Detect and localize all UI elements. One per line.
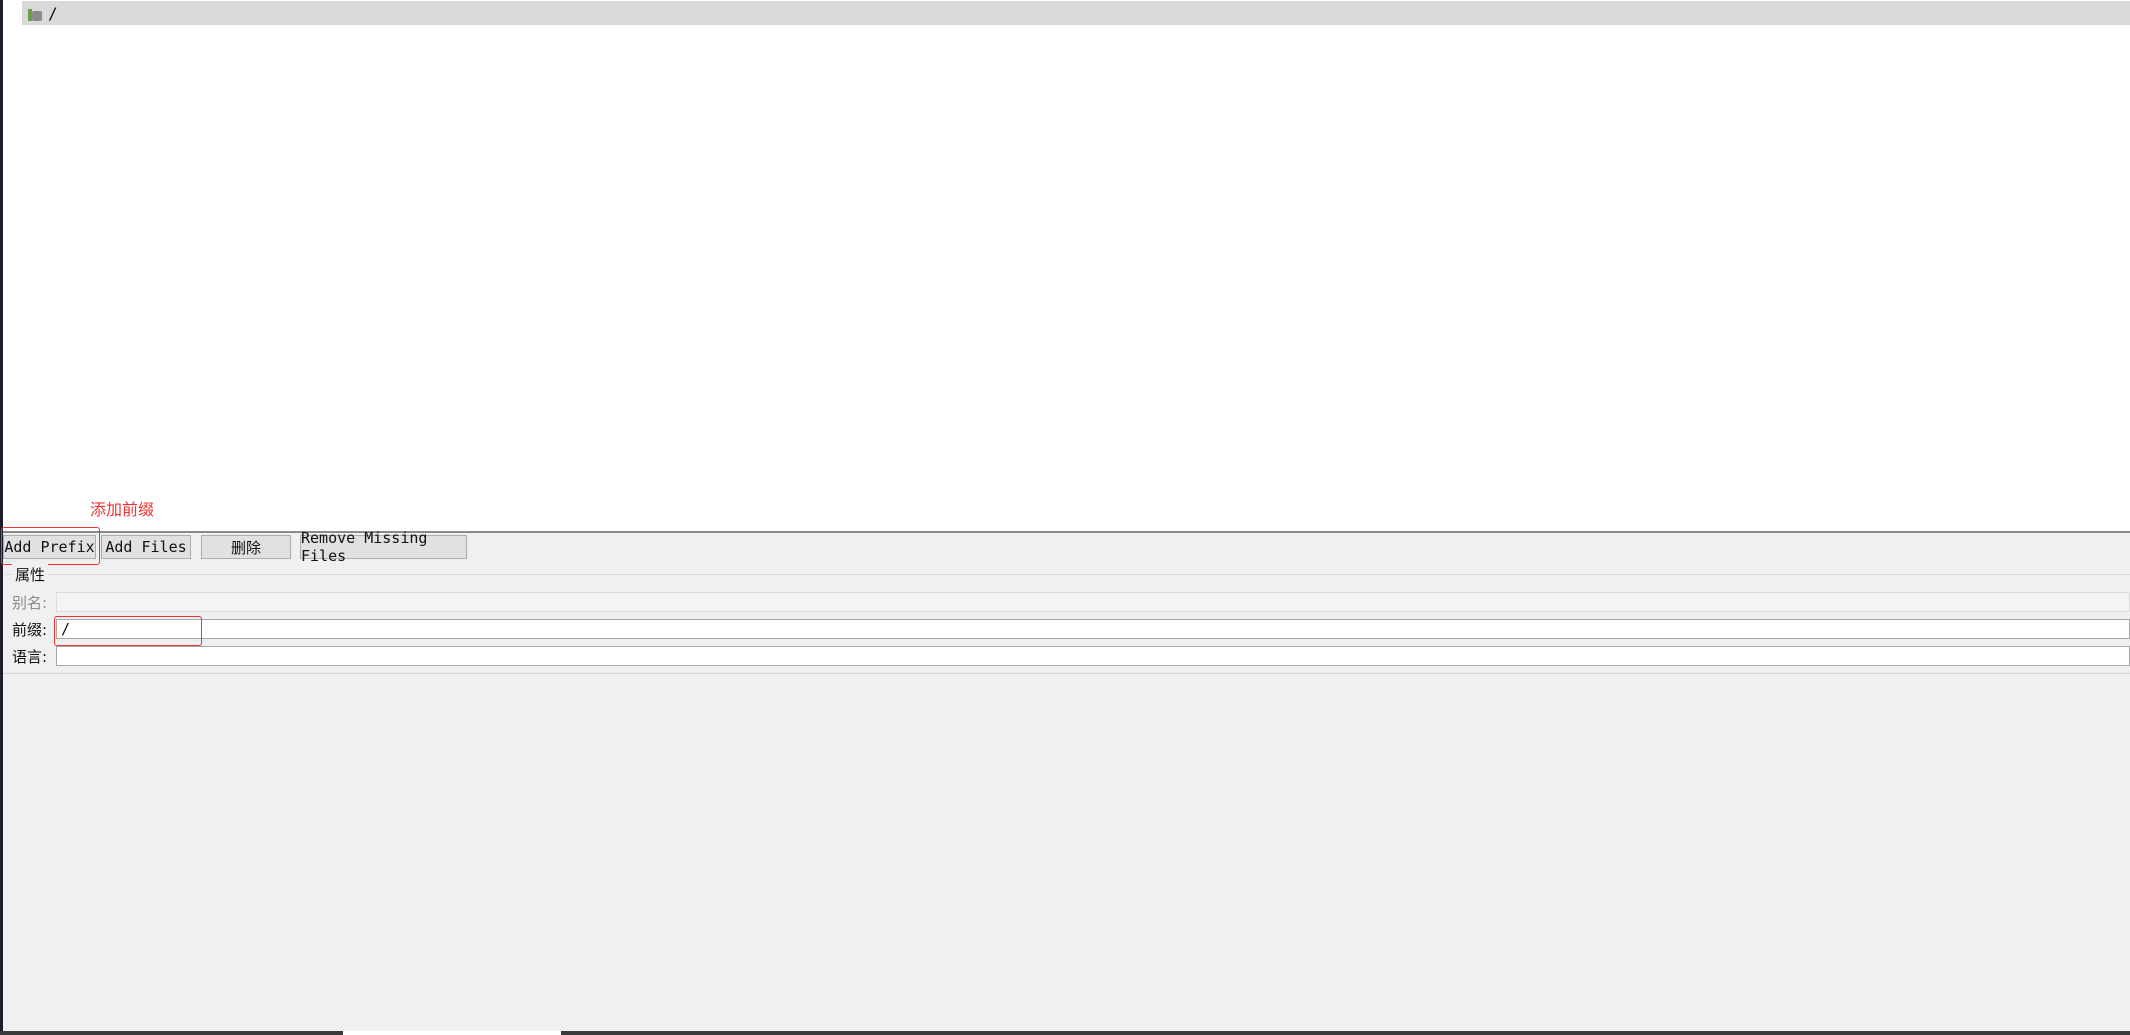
remove-missing-files-button[interactable]: Remove Missing Files: [300, 529, 467, 565]
delete-button[interactable]: 删除: [201, 535, 291, 559]
properties-separator: [3, 673, 2130, 674]
add-prefix-button[interactable]: Add Prefix: [3, 535, 96, 559]
alias-field: [56, 592, 2130, 612]
properties-group-border: [5, 574, 2130, 575]
properties-group-title: 属性: [12, 564, 49, 585]
annotation-add-prefix: 添加前缀: [90, 500, 155, 519]
tree-node-root[interactable]: /: [28, 4, 58, 23]
resource-tree-root-row[interactable]: /: [22, 1, 2130, 25]
resource-tree-view[interactable]: [3, 25, 2130, 531]
add-files-button[interactable]: Add Files: [101, 535, 191, 559]
prefix-label: 前缀:: [12, 621, 48, 639]
tree-node-label: /: [48, 4, 58, 23]
resource-folder-icon: [28, 7, 42, 21]
language-field[interactable]: [56, 646, 2130, 666]
bottom-tab-bar: [0, 1031, 2130, 1035]
language-label: 语言:: [12, 648, 48, 666]
prefix-field[interactable]: [56, 619, 2130, 639]
bottom-active-tab[interactable]: [343, 1031, 561, 1035]
alias-label: 别名:: [12, 594, 48, 612]
